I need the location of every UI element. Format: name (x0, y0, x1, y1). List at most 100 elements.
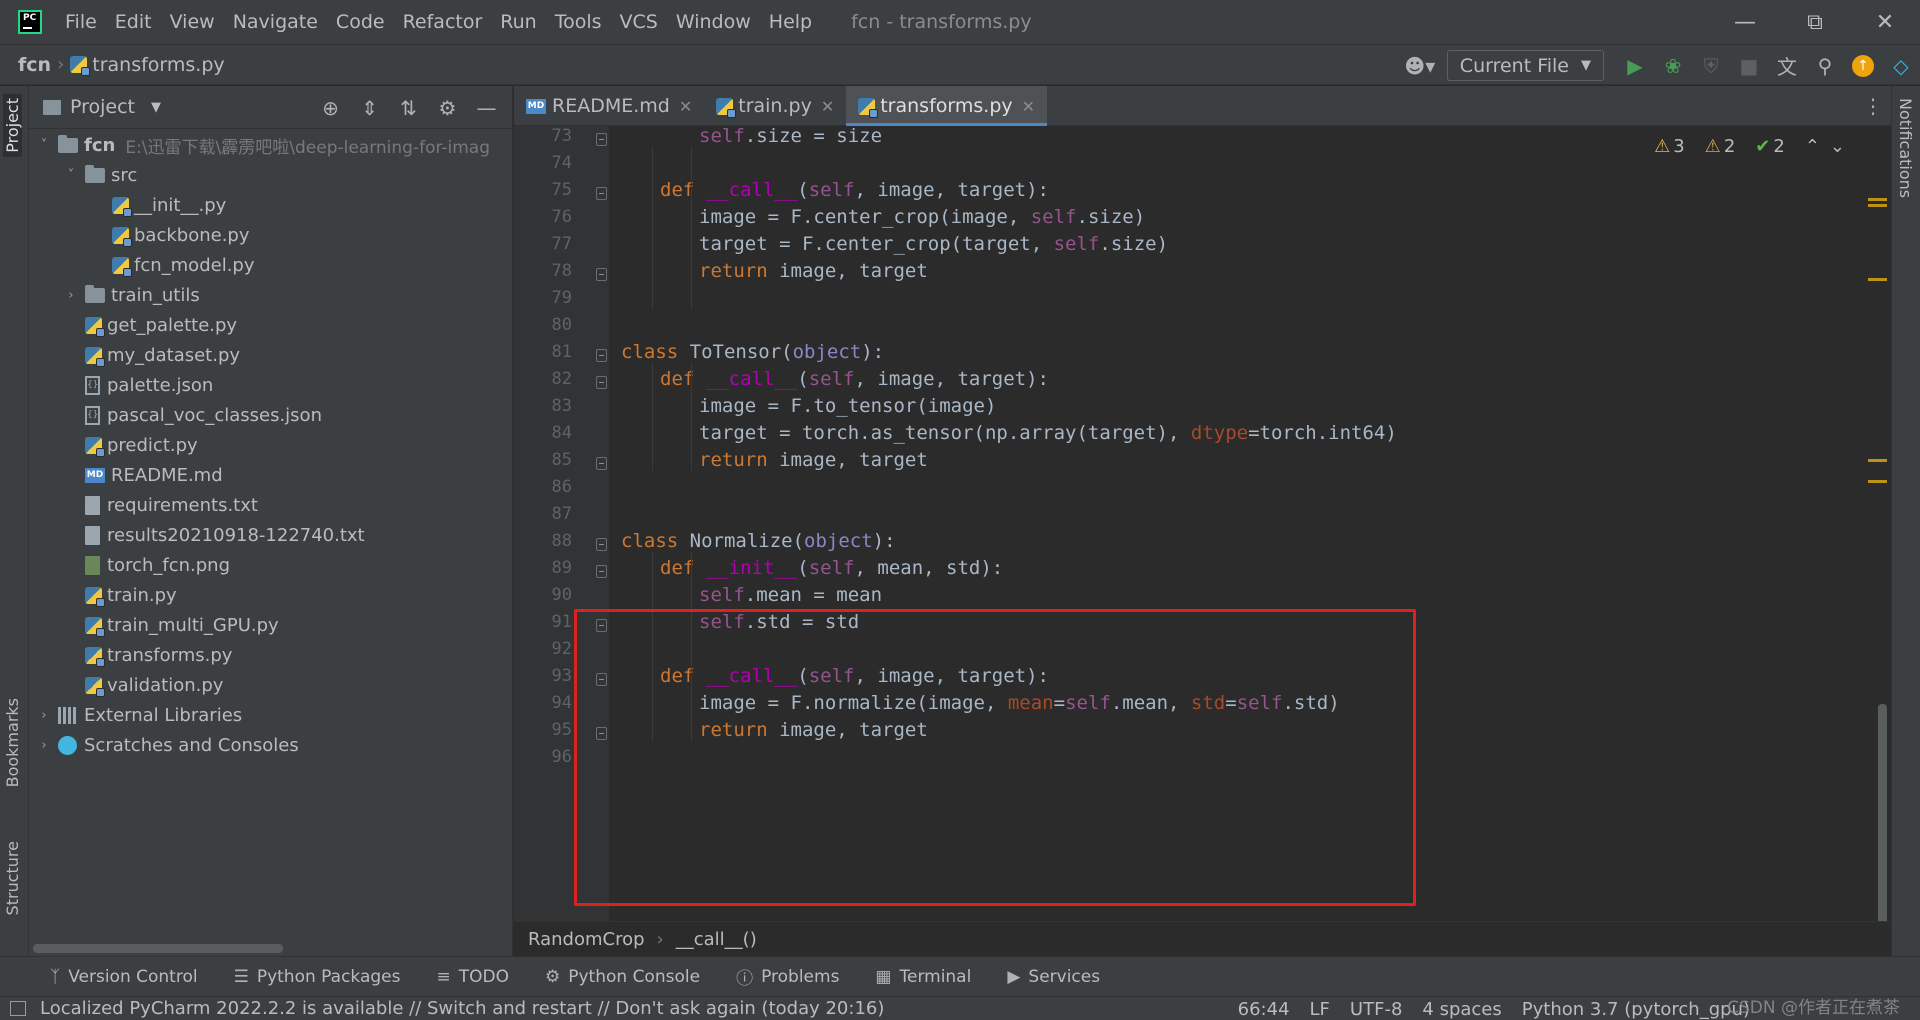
fold-marker-icon[interactable] (596, 349, 607, 362)
tree-item-readme-md[interactable]: MD README.md (29, 460, 513, 490)
chevron-right-icon[interactable]: › (36, 708, 52, 723)
fold-marker-icon[interactable] (596, 268, 607, 281)
menu-window[interactable]: Window (676, 11, 751, 33)
fold-marker-icon[interactable] (596, 457, 607, 470)
menu-tools[interactable]: Tools (555, 11, 602, 33)
breadcrumb-method[interactable]: __call__() (676, 929, 757, 950)
tree-item-torch-fcn-png[interactable]: torch_fcn.png (29, 550, 513, 580)
tree-item-train-multi-gpu-py[interactable]: train_multi_GPU.py (29, 610, 513, 640)
tool-python-console[interactable]: ⚙ Python Console (545, 967, 700, 987)
chevron-right-icon[interactable]: › (36, 738, 52, 753)
menu-refactor[interactable]: Refactor (403, 11, 483, 33)
expand-all-icon[interactable]: ⇕ (350, 96, 389, 120)
menu-view[interactable]: View (170, 11, 215, 33)
search-icon[interactable]: ⚲ (1806, 45, 1844, 86)
error-stripe-marker[interactable] (1868, 198, 1887, 201)
run-icon[interactable]: ▶ (1616, 45, 1654, 86)
locate-file-icon[interactable]: ⊕ (311, 96, 350, 120)
tree-item-src[interactable]: ˅ src (29, 160, 513, 190)
error-stripe-marker[interactable] (1868, 204, 1887, 207)
nav-file[interactable]: transforms.py (70, 54, 225, 76)
indent-setting[interactable]: 4 spaces (1422, 999, 1501, 1020)
gear-icon[interactable]: ⚙ (428, 96, 467, 120)
tool-version-control[interactable]: ᛉ Version Control (50, 967, 198, 987)
vertical-scrollbar[interactable] (1878, 704, 1887, 921)
breadcrumb-class[interactable]: RandomCrop (528, 929, 645, 950)
previous-highlight-icon[interactable]: ⌃ (1805, 136, 1820, 157)
caret-position[interactable]: 66:44 (1238, 999, 1290, 1020)
fold-marker-icon[interactable] (596, 376, 607, 389)
restore-icon[interactable]: ⧉ (1780, 0, 1850, 44)
project-tool-button[interactable]: Project (3, 94, 22, 157)
tree-item-get-palette-py[interactable]: get_palette.py (29, 310, 513, 340)
code-editor[interactable]: 73 74 75 76 77 78 79 80 81 82 83 84 85 86 87 88 89 90 91 92… (514, 126, 1891, 921)
fold-marker-icon[interactable] (596, 133, 607, 146)
tree-item-my-dataset-py[interactable]: my_dataset.py (29, 340, 513, 370)
fold-marker-icon[interactable] (596, 619, 607, 632)
tree-item-backbone-py[interactable]: backbone.py (29, 220, 513, 250)
minimize-icon[interactable]: — (1710, 0, 1780, 44)
fold-marker-icon[interactable] (596, 187, 607, 200)
tab-readme[interactable]: MD README.md ✕ (514, 86, 704, 126)
stop-icon[interactable]: ■ (1730, 45, 1768, 86)
error-stripe-marker[interactable] (1868, 278, 1887, 281)
python-interpreter[interactable]: Python 3.7 (pytorch_gpu) (1522, 999, 1750, 1020)
status-message[interactable]: Localized PyCharm 2022.2.2 is available … (40, 998, 884, 1019)
tree-item-init-py[interactable]: __init__.py (29, 190, 513, 220)
tree-item-validation-py[interactable]: validation.py (29, 670, 513, 700)
chevron-down-icon[interactable]: ▼ (151, 100, 161, 115)
tree-item-fcn-model-py[interactable]: fcn_model.py (29, 250, 513, 280)
tree-item-requirements-txt[interactable]: requirements.txt (29, 490, 513, 520)
coverage-icon[interactable]: ⛨ (1692, 45, 1730, 86)
hide-panel-icon[interactable]: — (467, 96, 506, 120)
fold-marker-icon[interactable] (596, 673, 607, 686)
menu-run[interactable]: Run (500, 11, 536, 33)
tree-item-train-utils[interactable]: › train_utils (29, 280, 513, 310)
menu-edit[interactable]: Edit (115, 11, 152, 33)
horizontal-scrollbar[interactable] (33, 944, 283, 953)
nav-project[interactable]: fcn (18, 54, 51, 76)
tool-python-packages[interactable]: ☰ Python Packages (234, 967, 401, 987)
tree-item-transforms-py[interactable]: transforms.py (29, 640, 513, 670)
user-icon[interactable]: ☻▾ (1401, 45, 1439, 86)
translate-icon[interactable]: 文 (1768, 45, 1806, 86)
error-stripe-marker[interactable] (1868, 480, 1887, 483)
close-tab-icon[interactable]: ✕ (1022, 97, 1035, 116)
line-separator[interactable]: LF (1310, 999, 1330, 1020)
menu-navigate[interactable]: Navigate (233, 11, 318, 33)
tab-transforms[interactable]: transforms.py ✕ (846, 86, 1048, 127)
close-tab-icon[interactable]: ✕ (821, 97, 834, 116)
tool-terminal[interactable]: ▦ Terminal (875, 967, 971, 987)
notifications-tool-button[interactable]: Notifications (1896, 98, 1915, 198)
tree-item-results20210918-122740-txt[interactable]: results20210918-122740.txt (29, 520, 513, 550)
error-stripe-marker[interactable] (1868, 459, 1887, 462)
menu-help[interactable]: Help (769, 11, 812, 33)
tool-services[interactable]: ▶ Services (1007, 967, 1100, 987)
tool-todo[interactable]: ≡ TODO (436, 967, 509, 987)
tree-item-fcn[interactable]: ˅ fcn E:\迅雷下载\霹雳吧啦\deep-learning-for-imag (29, 130, 513, 160)
project-panel-title[interactable]: Project (70, 96, 135, 118)
tab-train[interactable]: train.py ✕ (704, 86, 846, 126)
tree-item-train-py[interactable]: train.py (29, 580, 513, 610)
tree-item-palette-json[interactable]: {} palette.json (29, 370, 513, 400)
close-tab-icon[interactable]: ✕ (679, 97, 692, 116)
toggle-panels-icon[interactable] (10, 1001, 26, 1016)
plugin-icon[interactable]: ◇ (1882, 45, 1920, 86)
fold-marker-icon[interactable] (596, 565, 607, 578)
bookmarks-tool-button[interactable]: Bookmarks (3, 698, 22, 787)
tool-problems[interactable]: ⓘ Problems (736, 964, 839, 990)
chevron-down-icon[interactable]: ˅ (36, 138, 52, 153)
tree-item-pascal-voc-classes-json[interactable]: {} pascal_voc_classes.json (29, 400, 513, 430)
tree-item-scratches-and-consoles[interactable]: › Scratches and Consoles (29, 730, 513, 760)
tree-item-predict-py[interactable]: predict.py (29, 430, 513, 460)
debug-icon[interactable]: ❀ (1654, 45, 1692, 86)
fold-marker-icon[interactable] (596, 727, 607, 740)
next-highlight-icon[interactable]: ⌄ (1830, 136, 1845, 157)
structure-tool-button[interactable]: Structure (3, 841, 22, 915)
chevron-down-icon[interactable]: ˅ (63, 168, 79, 183)
inspection-widget[interactable]: ⚠ 3 ⚠ 2 ✔ 2 ⌃ ⌄ (1654, 136, 1855, 157)
run-config-dropdown[interactable]: Current File ▼ (1446, 50, 1604, 81)
collapse-all-icon[interactable]: ⇅ (389, 96, 428, 120)
fold-marker-icon[interactable] (596, 538, 607, 551)
file-encoding[interactable]: UTF-8 (1350, 999, 1402, 1020)
